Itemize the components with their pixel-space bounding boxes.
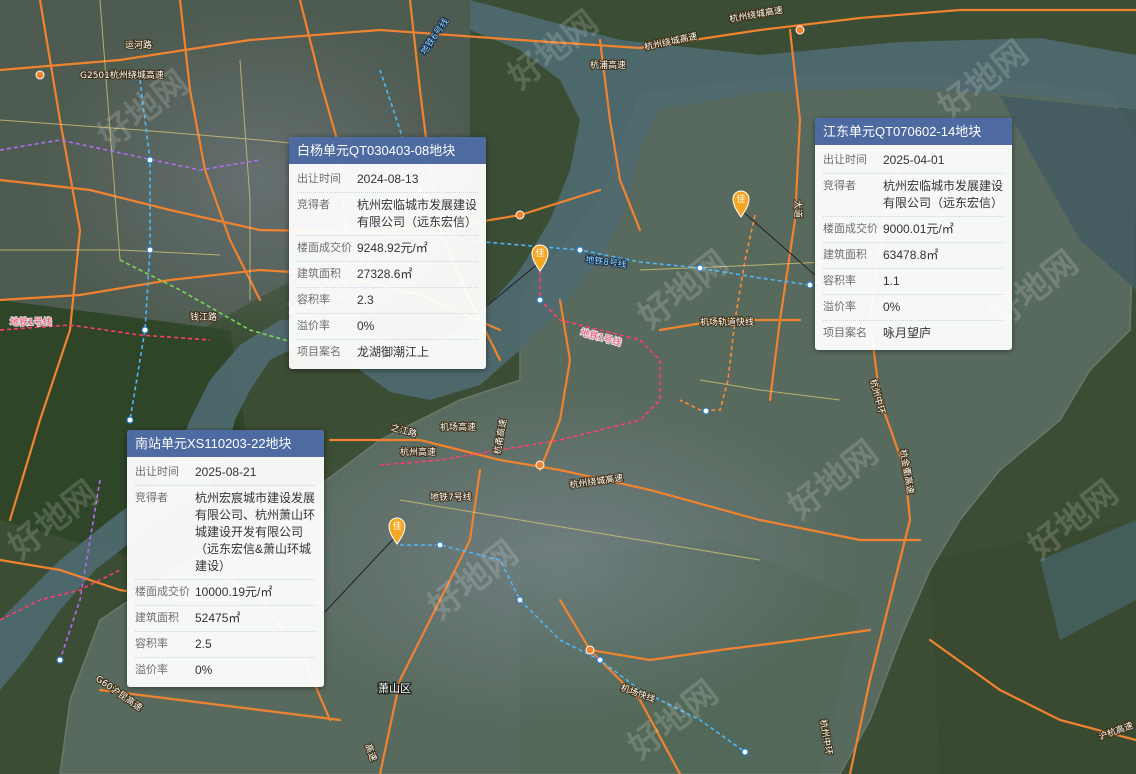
popup-row-premium-rate: 溢价率 0% bbox=[297, 314, 478, 340]
popup-row-project-name: 项目案名 龙湖御潮江上 bbox=[297, 340, 478, 365]
popup-row-project-name: 项目案名 咏月望庐 bbox=[823, 321, 1004, 346]
row-label: 容积率 bbox=[823, 275, 856, 287]
row-label: 建筑面积 bbox=[823, 249, 867, 261]
road-label: 机场高速 bbox=[440, 421, 476, 433]
row-label: 溢价率 bbox=[297, 320, 330, 332]
row-label: 建筑面积 bbox=[135, 612, 179, 624]
row-label: 竞得者 bbox=[135, 492, 168, 504]
row-label: 楼面成交价 bbox=[135, 586, 190, 598]
row-label: 项目案名 bbox=[297, 346, 341, 358]
row-value: 0% bbox=[883, 300, 901, 314]
popup-body: 出让时间 2025-08-21 竞得者 杭州宏宸城市建设发展有限公司、杭州萧山环城建… bbox=[127, 457, 324, 687]
metro-line-label: 地铁1号线 bbox=[10, 316, 52, 328]
popup-body: 出让时间 2025-04-01 竞得者 杭州宏临城市发展建设有限公司（远东宏信） 楼… bbox=[815, 145, 1012, 350]
row-value: 杭州宏临城市发展建设有限公司（远东宏信） bbox=[357, 198, 478, 229]
row-value: 2025-08-21 bbox=[195, 465, 257, 479]
popup-row-winner: 竞得者 杭州宏临城市发展建设有限公司（远东宏信） bbox=[823, 174, 1004, 217]
row-label: 竞得者 bbox=[823, 180, 856, 192]
row-value: 龙湖御潮江上 bbox=[357, 345, 430, 359]
popup-row-sale-date: 出让时间 2024-08-13 bbox=[297, 167, 478, 193]
popup-row-sale-date: 出让时间 2025-08-21 bbox=[135, 460, 316, 486]
row-label: 楼面成交价 bbox=[297, 242, 352, 254]
popup-row-floor-area: 建筑面积 27328.6㎡ bbox=[297, 262, 478, 288]
row-value: 2.3 bbox=[357, 293, 374, 307]
row-label: 建筑面积 bbox=[297, 268, 341, 280]
row-label: 竞得者 bbox=[297, 199, 330, 211]
road-label: 钱江路 bbox=[190, 311, 217, 323]
row-value: 10000.19元/㎡ bbox=[195, 585, 273, 599]
popup-row-floor-area: 建筑面积 52475㎡ bbox=[135, 606, 316, 632]
popup-row-plot-ratio: 容积率 1.1 bbox=[823, 269, 1004, 295]
row-value: 杭州宏临城市发展建设有限公司（远东宏信） bbox=[883, 179, 1004, 210]
row-value: 2025-04-01 bbox=[883, 153, 945, 167]
popup-row-plot-ratio: 容积率 2.5 bbox=[135, 632, 316, 658]
row-value: 9000.01元/㎡ bbox=[883, 222, 954, 236]
row-value: 1.1 bbox=[883, 274, 900, 288]
road-label: 运河路 bbox=[125, 39, 152, 51]
row-label: 出让时间 bbox=[135, 466, 179, 478]
row-value: 63478.8㎡ bbox=[883, 248, 939, 262]
road-label: 机场轨道快线 bbox=[700, 316, 754, 328]
road-label: 大道 bbox=[792, 200, 804, 218]
row-value: 杭州宏宸城市建设发展有限公司、杭州萧山环城建设开发有限公司（远东宏信&萧山环城建… bbox=[195, 491, 316, 573]
popup-row-premium-rate: 溢价率 0% bbox=[135, 658, 316, 683]
row-value: 27328.6㎡ bbox=[357, 267, 413, 281]
row-value: 0% bbox=[357, 319, 375, 333]
road-label: 地铁7号线 bbox=[430, 491, 472, 503]
road-label: G2501杭州绕城高速 bbox=[80, 69, 164, 81]
popup-row-floor-price: 楼面成交价 10000.19元/㎡ bbox=[135, 580, 316, 606]
jiangdong-plot-popup: 江东单元QT070602-14地块 出让时间 2025-04-01 竞得者 杭州宏临… bbox=[815, 118, 1012, 350]
pin-glyph: 佳 bbox=[393, 520, 402, 532]
row-label: 项目案名 bbox=[823, 327, 867, 339]
popup-row-floor-area: 建筑面积 63478.8㎡ bbox=[823, 243, 1004, 269]
baiyang-plot-popup: 白杨单元QT030403-08地块 出让时间 2024-08-13 竞得者 杭州宏临… bbox=[289, 137, 486, 369]
row-value: 0% bbox=[195, 663, 213, 677]
road-label: 杭浦高速 bbox=[590, 59, 626, 71]
row-label: 容积率 bbox=[135, 638, 168, 650]
pin-glyph: 佳 bbox=[536, 247, 545, 259]
row-value: 2024-08-13 bbox=[357, 172, 419, 186]
nanzhan-plot-popup: 南站单元XS110203-22地块 出让时间 2025-08-21 竞得者 杭州宏宸… bbox=[127, 430, 324, 687]
row-label: 楼面成交价 bbox=[823, 223, 878, 235]
popup-row-winner: 竞得者 杭州宏临城市发展建设有限公司（远东宏信） bbox=[297, 193, 478, 236]
popup-row-floor-price: 楼面成交价 9000.01元/㎡ bbox=[823, 217, 1004, 243]
row-value: 9248.92元/㎡ bbox=[357, 241, 428, 255]
row-label: 出让时间 bbox=[297, 173, 341, 185]
popup-row-sale-date: 出让时间 2025-04-01 bbox=[823, 148, 1004, 174]
popup-body: 出让时间 2024-08-13 竞得者 杭州宏临城市发展建设有限公司（远东宏信） 楼… bbox=[289, 164, 486, 369]
row-value: 52475㎡ bbox=[195, 611, 241, 625]
row-label: 容积率 bbox=[297, 294, 330, 306]
row-value: 2.5 bbox=[195, 637, 212, 651]
popup-title: 江东单元QT070602-14地块 bbox=[815, 118, 1012, 145]
pin-glyph: 佳 bbox=[737, 193, 746, 205]
row-value: 咏月望庐 bbox=[883, 326, 932, 340]
district-label: 萧山区 bbox=[378, 682, 411, 695]
popup-row-premium-rate: 溢价率 0% bbox=[823, 295, 1004, 321]
popup-row-plot-ratio: 容积率 2.3 bbox=[297, 288, 478, 314]
popup-title: 南站单元XS110203-22地块 bbox=[127, 430, 324, 457]
popup-row-winner: 竞得者 杭州宏宸城市建设发展有限公司、杭州萧山环城建设开发有限公司（远东宏信&萧山… bbox=[135, 486, 316, 580]
row-label: 溢价率 bbox=[135, 664, 168, 676]
popup-title: 白杨单元QT030403-08地块 bbox=[289, 137, 486, 164]
road-label: 杭州高速 bbox=[400, 446, 436, 458]
row-label: 出让时间 bbox=[823, 154, 867, 166]
popup-row-floor-price: 楼面成交价 9248.92元/㎡ bbox=[297, 236, 478, 262]
row-label: 溢价率 bbox=[823, 301, 856, 313]
